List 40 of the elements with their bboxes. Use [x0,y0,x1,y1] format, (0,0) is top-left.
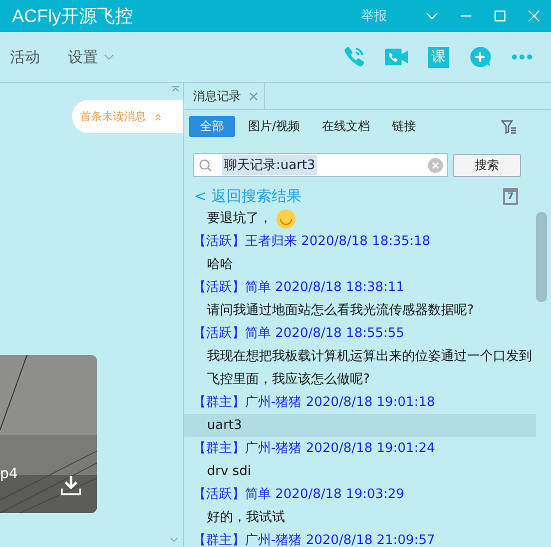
close-icon[interactable] [249,92,258,100]
search-icon [199,158,212,172]
filter-tab[interactable]: 图片/视频 [239,116,310,137]
message-header: 【活跃】王者归来 2020/8/18 18:35:18 [192,233,432,251]
message-text: uart3 [184,414,536,437]
message-text: 要退坑了， [206,210,272,228]
window-title: ACFly开源飞控 [12,5,133,28]
search-button[interactable]: 搜索 [453,154,521,176]
message-header: 【群主】广州-猪猪 2020/8/18 19:01:24 [192,440,436,458]
message-header: 【群主】广州-猪猪 2020/8/18 19:01:18 [192,394,436,412]
message-text: 哈哈 [206,256,234,274]
add-bubble-icon[interactable] [468,45,492,69]
menu-tab[interactable]: 设置 [68,48,114,66]
download-icon[interactable] [60,474,82,496]
menu-tab[interactable]: 活动 [10,48,40,66]
message-text: 请问我通过地面站怎么看我光流传感器数据呢? [206,302,475,320]
history-tab[interactable]: 消息记录 [184,83,265,109]
chevron-down-icon[interactable] [170,537,178,543]
video-card[interactable]: p4 [0,355,97,513]
filter-tab[interactable]: 在线文档 [313,116,380,137]
phone-icon[interactable] [342,45,366,69]
message-header: 【活跃】简单 2020/8/18 18:55:55 [192,325,406,343]
calendar-icon[interactable]: 7 [503,188,518,205]
maximize-icon[interactable] [493,9,507,23]
file-name: p4 [0,466,18,482]
filter-tab[interactable]: 全部 [189,116,235,137]
message-text: drv sdi [206,463,252,481]
search-field[interactable]: 聊天记录:uart3 [193,153,448,177]
scroll-top-icon[interactable] [171,86,180,92]
filter-tab[interactable]: 链接 [383,116,426,137]
message-header: 【活跃】简单 2020/8/18 18:38:11 [192,279,406,297]
message-text: 我现在想把我板载计算机运算出来的位姿通过一个口发到飞控里面，我应该怎么做呢? [206,348,533,389]
message-header: 【活跃】简单 2020/8/18 19:03:29 [192,486,406,504]
message-text: 好的，我试试 [206,509,286,527]
double-chevron-up-icon [154,112,162,120]
scrollbar-thumb[interactable] [536,212,547,302]
more-icon[interactable] [511,53,533,61]
message-header: 【群主】广州-猪猪 2020/8/18 21:09:57 [192,532,436,547]
filter-icon[interactable] [501,120,517,134]
clear-icon[interactable] [428,158,443,172]
